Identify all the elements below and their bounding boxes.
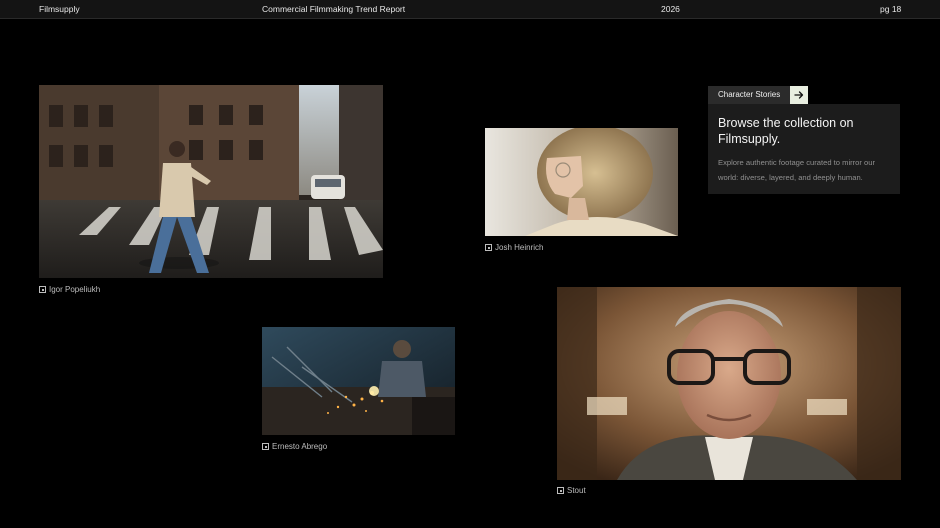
top-bar: Filmsupply Commercial Filmmaking Trend R… xyxy=(0,0,940,19)
credit-name: Igor Popeliukh xyxy=(49,285,101,294)
library-portrait-image xyxy=(557,287,901,480)
play-square-icon xyxy=(262,443,269,450)
cta-tag-label: Character Stories xyxy=(708,86,790,104)
cta-tag[interactable]: Character Stories xyxy=(708,86,900,104)
photo-credit: Stout xyxy=(557,486,586,495)
street-scene-image xyxy=(39,85,383,278)
report-title: Commercial Filmmaking Trend Report xyxy=(262,4,406,14)
cta-description: Explore authentic footage curated to mir… xyxy=(718,158,876,182)
photo-welder[interactable] xyxy=(262,327,455,435)
photo-old-man-glasses[interactable] xyxy=(557,287,901,480)
cta-card: Character Stories Browse the collection … xyxy=(708,86,900,194)
cta-heading[interactable]: Browse the collection on Filmsupply. xyxy=(718,115,868,147)
credit-name: Josh Heinrich xyxy=(495,243,544,252)
credit-name: Stout xyxy=(567,486,586,495)
photo-credit: Igor Popeliukh xyxy=(39,285,100,294)
photo-blonde-profile[interactable] xyxy=(485,128,678,236)
page-number: pg 18 xyxy=(880,4,902,14)
portrait-profile-image xyxy=(485,128,678,236)
arrow-right-icon[interactable] xyxy=(790,86,808,104)
photo-street-walker[interactable] xyxy=(39,85,383,278)
credit-name: Ernesto Abrego xyxy=(272,442,328,451)
play-square-icon xyxy=(557,487,564,494)
workshop-image xyxy=(262,327,455,435)
play-square-icon xyxy=(39,286,46,293)
report-year: 2026 xyxy=(661,4,680,14)
cta-box: Browse the collection on Filmsupply. Exp… xyxy=(708,104,900,194)
photo-credit: Ernesto Abrego xyxy=(262,442,327,451)
photo-credit: Josh Heinrich xyxy=(485,243,543,252)
brand-name[interactable]: Filmsupply xyxy=(39,4,80,14)
play-square-icon xyxy=(485,244,492,251)
